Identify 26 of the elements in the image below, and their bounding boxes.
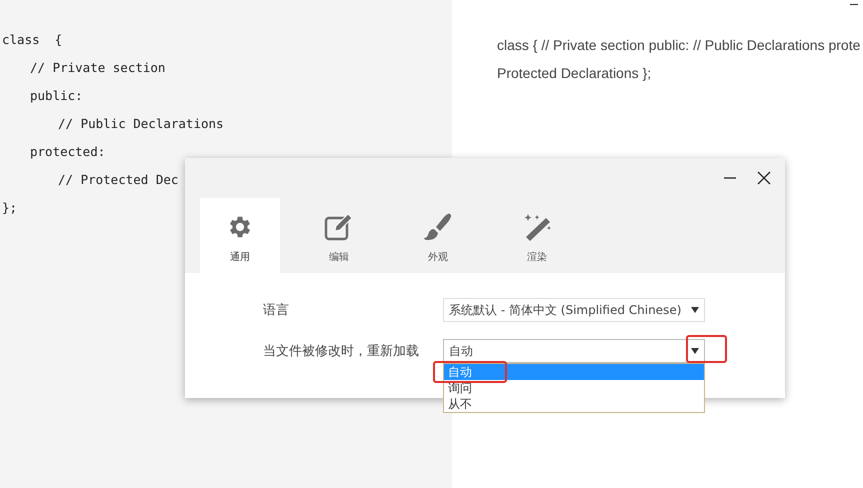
code-line: class { [1,31,62,49]
settings-tab[interactable]: 渲染 [497,198,577,273]
brush-icon [423,212,453,242]
magic-wand-icon [522,212,552,242]
close-icon[interactable] [755,169,773,187]
code-line: // Private section [29,59,166,77]
dropdown-field[interactable]: 系统默认 - 简体中文 (Simplified Chinese) [443,298,705,322]
preview-text: class { // Private section public: // Public Declarations prote [497,36,860,55]
settings-tab[interactable]: 编辑 [299,198,379,273]
dropdown-option[interactable]: 询问 [444,380,704,396]
dropdown-option[interactable]: 从不 [444,396,704,412]
caret-icon [691,307,699,313]
field-label: 当文件被修改时，重新加载 [263,343,420,360]
field-label: 语言 [263,302,290,319]
preview-text: Protected Declarations }; [497,64,652,83]
code-line: // Protected Dec [57,171,178,189]
code-line: }; [1,199,18,217]
code-line: public: [29,87,83,105]
highlight-frame [686,335,727,363]
edit-icon [324,212,354,242]
caret-icon [691,348,699,354]
code-line: // Public Declarations [57,115,224,133]
settings-tab[interactable]: 通用 [200,198,280,273]
dropdown-field[interactable]: 自动 [443,339,705,363]
settings-tab[interactable]: 外观 [398,198,478,273]
code-line: protected: [29,143,106,161]
